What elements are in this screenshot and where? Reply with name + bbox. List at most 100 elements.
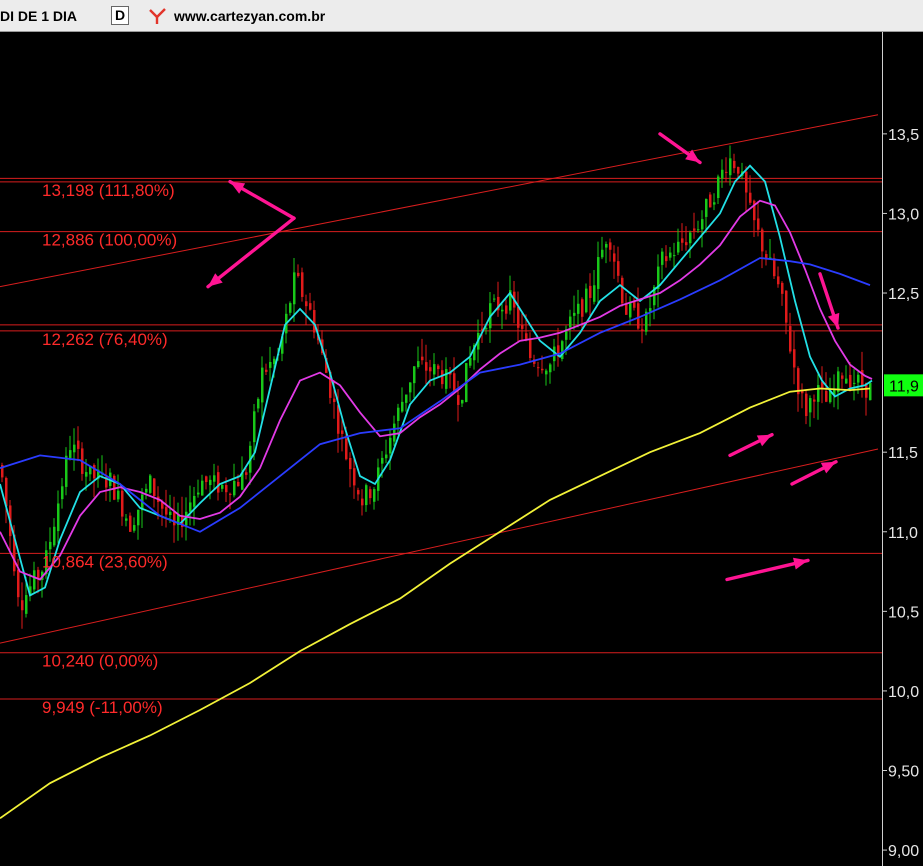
- y-tick-label: 12,5: [888, 286, 919, 303]
- candle-body: [661, 251, 664, 265]
- candle-body: [749, 192, 752, 203]
- candle-body: [781, 282, 784, 294]
- candle-body: [217, 472, 220, 493]
- candle-body: [825, 390, 828, 402]
- candle-body: [613, 253, 616, 262]
- candle-body: [685, 242, 688, 246]
- candle-body: [121, 490, 124, 517]
- fib-level-label: 10,240 (0,00%): [42, 652, 158, 671]
- candle-body: [677, 241, 680, 253]
- candle-body: [389, 437, 392, 454]
- moving-average-ma_long: [0, 387, 871, 820]
- candle-body: [441, 370, 444, 385]
- candle-body: [857, 374, 860, 383]
- candle-body: [293, 272, 296, 305]
- candle-body: [505, 305, 508, 314]
- candle-body: [809, 398, 812, 413]
- candle-body: [229, 493, 232, 495]
- candle-body: [581, 299, 584, 317]
- candle-body: [469, 357, 472, 366]
- y-tick-label: 11,0: [888, 525, 918, 542]
- candle-body: [221, 484, 224, 489]
- candle-body: [501, 309, 504, 312]
- candle-body: [573, 312, 576, 316]
- candle-body: [125, 518, 128, 521]
- y-axis-line: [882, 32, 883, 866]
- candle-body: [549, 364, 552, 373]
- candle-body: [701, 219, 704, 230]
- candle-body: [417, 361, 420, 368]
- moving-averages: [0, 164, 873, 820]
- candle-body: [793, 349, 796, 368]
- candle-body: [745, 171, 748, 193]
- candle-body: [313, 310, 316, 333]
- candle-body: [373, 489, 376, 502]
- candle-body: [789, 326, 792, 352]
- candle-body: [721, 169, 724, 179]
- candle-body: [245, 472, 248, 475]
- candle-body: [409, 382, 412, 393]
- candle-body: [57, 503, 60, 532]
- candle-body: [697, 229, 700, 231]
- candle-body: [349, 457, 352, 470]
- candle-body: [433, 364, 436, 375]
- candle-body: [841, 375, 844, 379]
- candle-body: [621, 277, 624, 304]
- candle-body: [813, 399, 816, 402]
- candle-body: [597, 257, 600, 289]
- candle-body: [237, 481, 240, 487]
- candle-body: [297, 272, 300, 277]
- candle-body: [637, 303, 640, 329]
- candle-body: [153, 478, 156, 497]
- candle-body: [493, 298, 496, 300]
- candle-body: [341, 430, 344, 434]
- candle-body: [705, 199, 708, 217]
- candle-body: [673, 255, 676, 257]
- candle-body: [589, 285, 592, 298]
- candle-body: [785, 290, 788, 323]
- candle-body: [49, 541, 52, 550]
- period-selector[interactable]: D: [111, 6, 129, 25]
- candle-body: [413, 366, 416, 384]
- cartezyan-logo-icon: [149, 8, 166, 24]
- candle-body: [129, 515, 132, 532]
- candle-body: [545, 370, 548, 375]
- candle-body: [461, 400, 464, 404]
- candle-body: [817, 385, 820, 402]
- candle-body: [65, 455, 68, 487]
- candle-body: [365, 485, 368, 506]
- candle-body: [617, 261, 620, 276]
- candle-body: [569, 316, 572, 328]
- fib-level-label: 12,886 (100,00%): [42, 231, 177, 250]
- candle-body: [133, 525, 136, 531]
- candle-body: [333, 398, 336, 403]
- last-price-label: 11,9: [889, 378, 919, 395]
- candle-body: [541, 368, 544, 371]
- candle-body: [305, 301, 308, 307]
- price-chart[interactable]: 13,198 (111,80%) 12,886 (100,00%) 12,262 (…: [0, 32, 923, 866]
- annotation-arrow: [206, 216, 296, 289]
- candle-body: [605, 244, 608, 248]
- candle-body: [173, 511, 176, 526]
- candle-body: [397, 407, 400, 421]
- candle-body: [773, 258, 776, 277]
- y-tick-label: 13,0: [888, 206, 919, 223]
- candle-body: [689, 232, 692, 244]
- candle-body: [197, 492, 200, 495]
- candle-body: [137, 509, 140, 526]
- fibonacci-lines: [0, 177, 882, 700]
- candle-body: [805, 393, 808, 417]
- candle-body: [253, 411, 256, 443]
- candle-body: [737, 167, 740, 174]
- candle-body: [733, 160, 736, 169]
- candle-body: [145, 488, 148, 493]
- candle-body: [425, 362, 428, 371]
- candle-body: [193, 495, 196, 507]
- candle-body: [869, 382, 872, 401]
- candle-body: [681, 238, 684, 243]
- candle-body: [629, 303, 632, 318]
- annotation-arrowhead: [827, 312, 840, 329]
- candle-body: [445, 369, 448, 389]
- candle-body: [453, 373, 456, 392]
- candle-body: [357, 490, 360, 495]
